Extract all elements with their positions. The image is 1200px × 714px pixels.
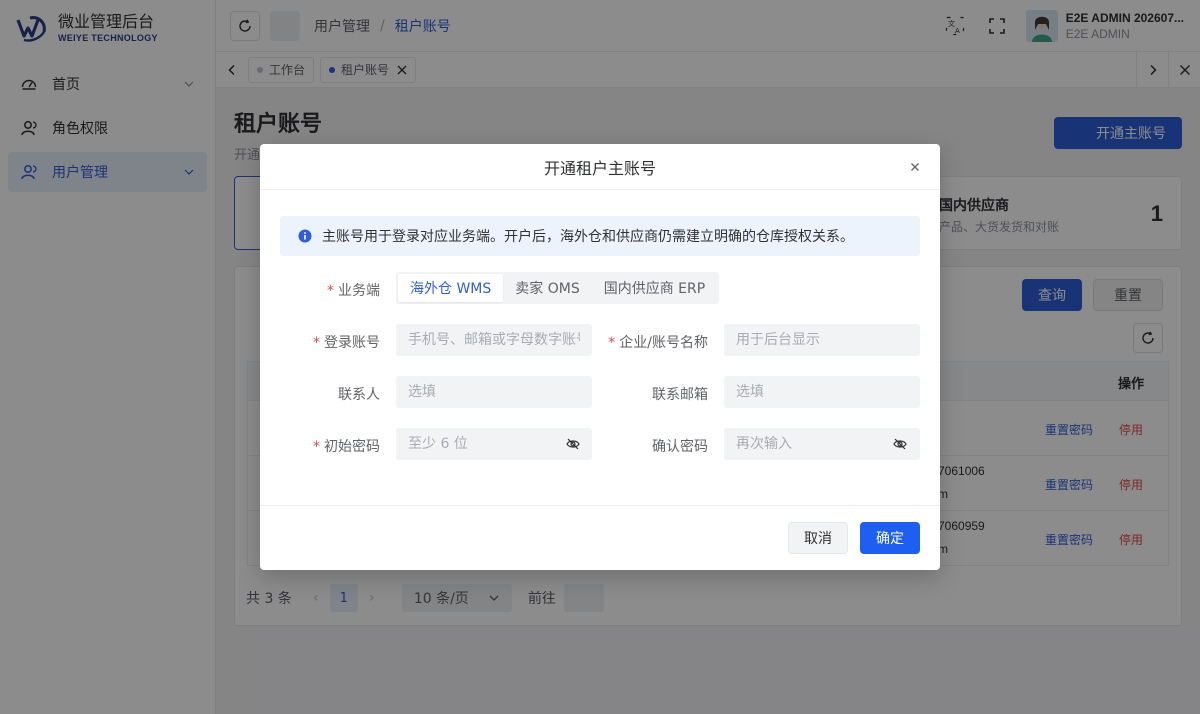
dialog-header: 开通租户主账号 bbox=[260, 144, 940, 190]
alert-text: 主账号用于登录对应业务端。开户后，海外仓和供应商仍需建立明确的仓库授权关系。 bbox=[322, 229, 854, 245]
confirm-password-input[interactable] bbox=[724, 428, 920, 460]
contact-label: 联系人 bbox=[338, 387, 380, 403]
confirm-button[interactable]: 确定 bbox=[860, 522, 920, 554]
dialog-title: 开通租户主账号 bbox=[543, 158, 656, 178]
business-option-erp[interactable]: 国内供应商 ERP bbox=[592, 274, 717, 302]
contact-input[interactable] bbox=[396, 376, 592, 408]
info-icon bbox=[298, 229, 312, 243]
business-type-segmented: 海外仓 WMS 卖家 OMS 国内供应商 ERP bbox=[396, 272, 720, 304]
dialog-footer: 取消 确定 bbox=[260, 505, 940, 570]
business-option-oms[interactable]: 卖家 OMS bbox=[503, 274, 591, 302]
contact-email-input[interactable] bbox=[724, 376, 920, 408]
business-option-wms[interactable]: 海外仓 WMS bbox=[398, 274, 504, 302]
initial-password-input[interactable] bbox=[396, 428, 592, 460]
contact-email-label: 联系邮箱 bbox=[652, 387, 708, 403]
open-tenant-account-dialog: 开通租户主账号 主账号用于登录对应业务端。开户后，海外仓和供应商仍需建立明确的仓… bbox=[260, 144, 940, 570]
company-name-label: * 企业/账号名称 bbox=[608, 335, 708, 351]
cancel-button[interactable]: 取消 bbox=[788, 522, 848, 554]
login-account-label: * 登录账号 bbox=[313, 335, 380, 351]
confirm-password-label: 确认密码 bbox=[652, 439, 708, 455]
eye-off-icon[interactable] bbox=[893, 437, 907, 451]
login-account-input[interactable] bbox=[396, 324, 592, 356]
close-icon[interactable] bbox=[908, 160, 922, 174]
business-type-label: * 业务端 bbox=[327, 283, 380, 299]
initial-password-label: * 初始密码 bbox=[313, 439, 380, 455]
info-alert: 主账号用于登录对应业务端。开户后，海外仓和供应商仍需建立明确的仓库授权关系。 bbox=[280, 216, 920, 256]
eye-off-icon[interactable] bbox=[566, 437, 580, 451]
company-name-input[interactable] bbox=[724, 324, 920, 356]
